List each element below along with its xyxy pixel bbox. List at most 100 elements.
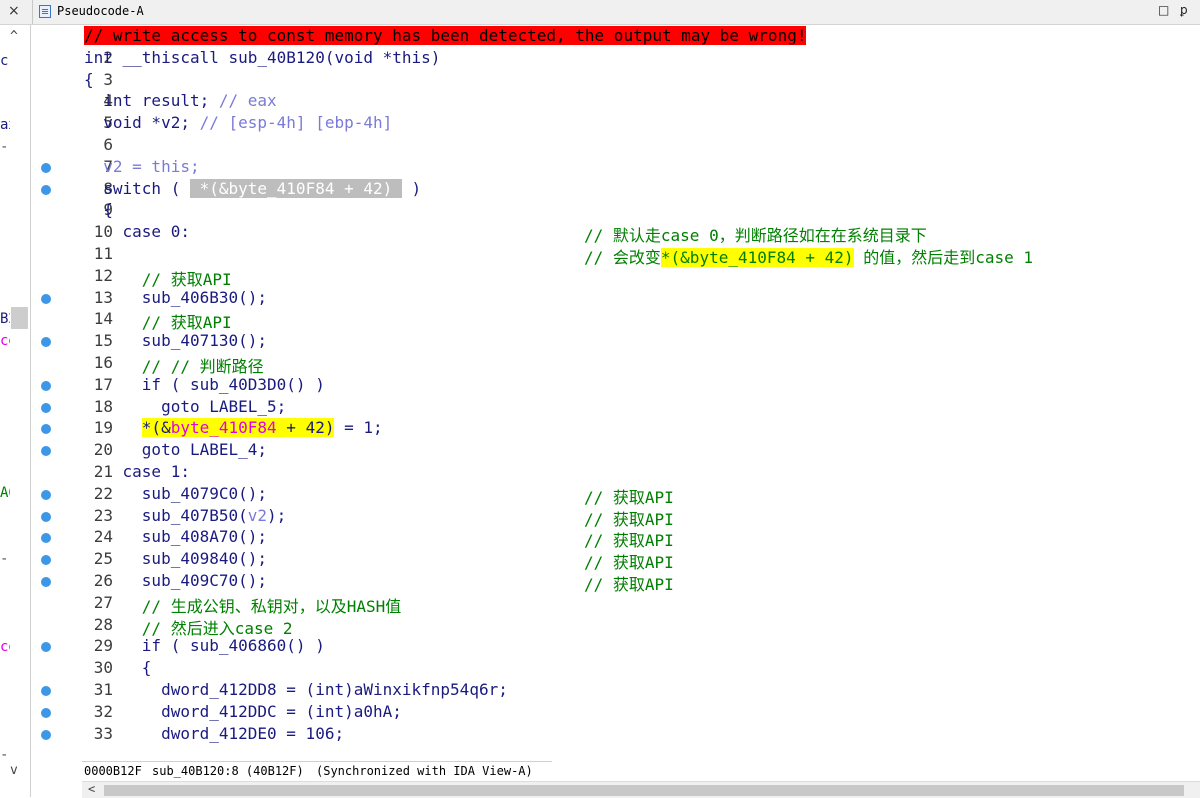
breakpoint-dot-icon[interactable] [41,424,51,435]
breakpoint-dot-icon[interactable] [41,337,51,348]
code-token: sub_4079C0(); [84,483,268,503]
code-line[interactable]: 11 // 会改变*(&byte_410F84 + 42) 的值，然后走到case… [31,244,1200,267]
panel-fragment: cr [0,53,10,69]
code-token: sub_407B50( [84,505,248,525]
breakpoint-dot-icon[interactable] [41,686,51,696]
code-line[interactable]: 10 case 0:// 默认走case 0，判断路径如在在系统目录下 [31,222,1200,246]
code-text: int result; // eax [84,91,277,111]
code-line[interactable]: 19 *(&byte_410F84 + 42) = 1; [31,418,1200,440]
breakpoint-dot-icon[interactable] [41,707,51,718]
code-line[interactable]: 24 sub_408A70();// 获取API [31,527,1200,551]
code-token: ); [267,505,287,525]
code-token: { [84,658,152,678]
code-token: if ( sub_406860() ) [84,636,325,656]
code-line[interactable]: 29 if ( sub_406860() ) [31,636,1200,658]
breakpoint-dot-icon[interactable] [41,489,51,500]
code-token: + 42) [276,418,335,438]
code-line[interactable]: 22 sub_4079C0();// 获取API [31,484,1200,507]
code-line[interactable]: 31 dword_412DD8 = (int)aWinxikfnp54q6r; [31,680,1200,702]
code-line[interactable]: 4 int result; // eax [31,91,1200,113]
code-line[interactable]: 18 goto LABEL_5; [31,397,1200,419]
code-text: if ( sub_40D3D0() ) [84,375,325,394]
code-line[interactable]: 20 goto LABEL_4; [31,440,1200,462]
breakpoint-dot-icon[interactable] [41,729,51,740]
breakpoint-dot-icon[interactable] [41,533,51,544]
code-token: sub_409840(); [84,549,268,569]
code-text: // // 判断路径 [84,353,264,377]
panel-fragment: -- [0,551,10,567]
breakpoint-dot-icon[interactable] [41,511,51,522]
breakpoint-dot-icon[interactable] [41,380,51,391]
tab-pseudocode-a[interactable]: Pseudocode-A [32,0,333,24]
pin-icon[interactable]: ꝑ [1180,3,1188,17]
close-icon[interactable]: × [8,3,20,19]
breakpoint-dot-icon[interactable] [41,577,51,587]
breakpoint-dot-icon[interactable] [41,184,51,195]
panel-fragment: -- [0,139,10,155]
breakpoint-dot-icon[interactable] [41,162,51,173]
comment-token: // 获取API [584,553,674,573]
code-line[interactable]: 30 { [31,658,1200,680]
breakpoint-dot-icon[interactable] [41,446,51,457]
side-panel-strip: ^ cr ax -- B2 ce A6 -- ce -- v [0,25,31,797]
code-text: { [84,658,152,678]
breakpoint-dot-icon[interactable] [41,642,51,653]
code-token: dword_412DDC = (int)a0hA; [84,701,402,721]
inline-comment: // 获取API [584,527,674,551]
code-line[interactable]: 33 dword_412DE0 = 106; [31,724,1200,746]
restore-window-icon[interactable]: □ [1158,3,1169,17]
code-token: case 1: [84,462,190,481]
code-line[interactable]: 2 int __thiscall sub_40B120(void *this) [31,48,1200,70]
code-line[interactable]: 7 v2 = this; [31,157,1200,179]
code-line[interactable]: 17 if ( sub_40D3D0() ) [31,375,1200,397]
code-token: int __thiscall sub_40B120(void *this) [84,47,441,67]
code-line[interactable]: 1// write access to const memory has bee… [31,26,1200,48]
code-text: // 然后进入case 2 [84,615,293,639]
chevron-up-icon[interactable]: ^ [10,29,18,44]
code-text: case 1: [84,462,190,481]
code-token: { [84,200,113,220]
code-token: // eax [218,91,277,111]
code-line[interactable]: 27 // 生成公钥、私钥对，以及HASH值 [31,593,1200,616]
code-line[interactable]: 23 sub_407B50(v2);// 获取API [31,505,1200,529]
breakpoint-dot-icon[interactable] [41,293,51,304]
code-line[interactable]: 9 { [31,200,1200,222]
breakpoint-dot-icon[interactable] [41,402,51,413]
code-text: dword_412DD8 = (int)aWinxikfnp54q6r; [84,680,508,699]
code-line[interactable]: 32 dword_412DDC = (int)a0hA; [31,702,1200,724]
chevron-down-icon[interactable]: v [10,763,18,778]
code-line[interactable]: 3{ [31,70,1200,92]
code-text: dword_412DE0 = 106; [84,724,344,743]
code-line[interactable]: 12 // 获取API [31,266,1200,289]
code-text: sub_407B50(v2); [84,505,287,525]
code-text: sub_4079C0(); [84,484,267,503]
chevron-left-icon[interactable]: < [88,782,95,796]
side-scrollbar-thumb[interactable] [11,307,28,329]
line-number: 11 [93,244,113,263]
code-line[interactable]: 13 sub_406B30(); [31,288,1200,310]
code-line[interactable]: 5 void *v2; // [esp-4h] [ebp-4h] [31,113,1200,135]
code-line[interactable]: 16 // // 判断路径 [31,353,1200,377]
code-line[interactable]: 15 sub_407130(); [31,331,1200,353]
panel-fragment: ce [0,333,10,349]
code-text: goto LABEL_5; [84,397,286,416]
horizontal-scrollbar-thumb[interactable] [104,785,1184,796]
comment-token: // 默认走case 0，判断路径如在在系统目录下 [584,226,927,246]
panel-fragment: B2 [0,311,10,327]
panel-fragment: ce [0,639,10,655]
code-text: sub_409C70(); [84,571,267,590]
code-line[interactable]: 25 sub_409840();// 获取API [31,549,1200,573]
code-text: sub_407130(); [84,331,267,350]
code-line[interactable]: 8 switch ( *(&byte_410F84 + 42) ) [31,178,1200,201]
panel-fragment: ax [0,117,10,133]
code-line[interactable]: 6 [31,135,1200,157]
horizontal-scrollbar[interactable]: < [82,781,1200,798]
code-line[interactable]: 28 // 然后进入case 2 [31,615,1200,639]
pseudocode-view[interactable]: 1// write access to const memory has bee… [31,26,1200,761]
code-text: void *v2; // [esp-4h] [ebp-4h] [84,113,392,132]
status-sync: (Synchronized with IDA View-A) [316,764,533,778]
code-line[interactable]: 26 sub_409C70();// 获取API [31,571,1200,594]
code-line[interactable]: 21 case 1: [31,462,1200,484]
code-line[interactable]: 14 // 获取API [31,309,1200,332]
breakpoint-dot-icon[interactable] [41,555,51,566]
